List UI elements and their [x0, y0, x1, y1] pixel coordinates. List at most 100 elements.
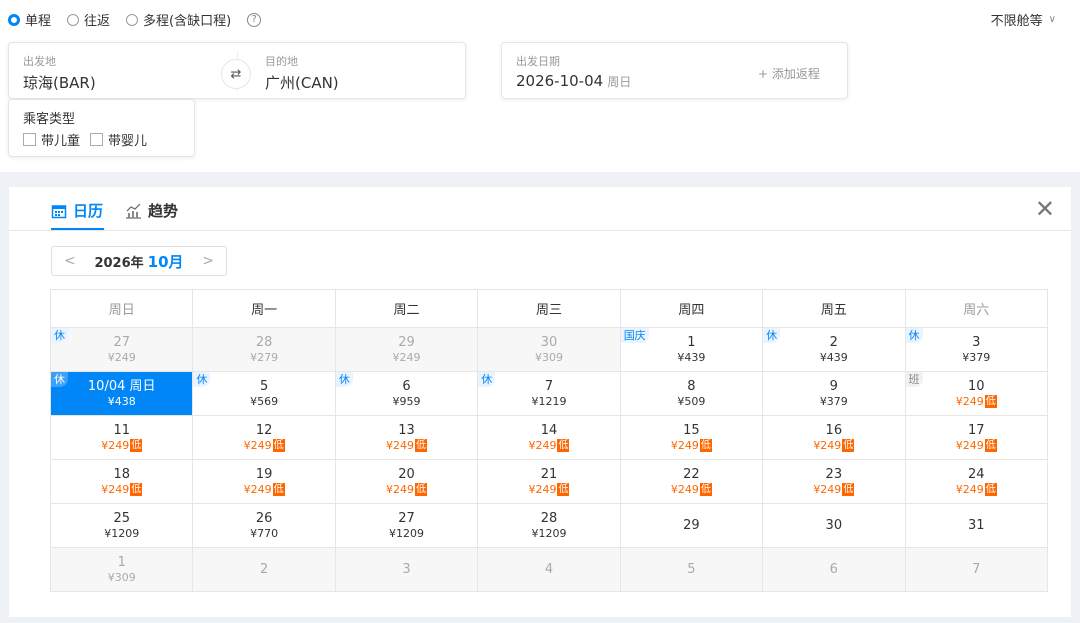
calendar-day[interactable]: 26 ¥770	[192, 503, 336, 548]
trip-type-multi[interactable]: 多程(含缺口程)	[126, 10, 231, 29]
tab-trend[interactable]: 趋势	[125, 200, 178, 221]
day-number: 14	[540, 422, 558, 438]
radio-icon	[67, 13, 80, 26]
departure-date-field[interactable]: 出发日期 2026-10-04 周日	[516, 53, 631, 90]
swap-icon[interactable]: ⇄	[221, 59, 251, 89]
day-price: ¥249	[955, 482, 984, 496]
calendar-day[interactable]: 23 ¥249 低	[762, 459, 906, 504]
calendar-day[interactable]: 13 ¥249 低	[334, 415, 479, 460]
calendar-day[interactable]: 24 ¥249 低	[904, 459, 1049, 504]
day-number: 1	[117, 554, 126, 570]
help-icon[interactable]: ?	[247, 12, 262, 27]
low-price-badge: 低	[130, 438, 143, 452]
calendar-day[interactable]: 2	[192, 547, 336, 592]
day-price: ¥249	[955, 438, 984, 452]
destination-field[interactable]: 目的地 广州(CAN)	[265, 53, 339, 93]
day-number: 7	[972, 561, 981, 577]
low-price-badge: 低	[842, 482, 855, 496]
calendar-day[interactable]: 7	[904, 547, 1049, 592]
calendar-day[interactable]: 11 ¥249 低	[49, 415, 194, 460]
calendar-week-row: 休 10/04 周日 ¥438 休 5 ¥569 休 6 ¥959 休 7 ¥1219 8 ¥509 9 ¥3…	[49, 371, 1049, 416]
low-price-badge: 低	[984, 482, 997, 496]
calendar-day[interactable]: 休 3 ¥379	[904, 327, 1049, 372]
calendar-day[interactable]: 国庆 1 ¥439	[619, 327, 764, 372]
calendar-day[interactable]: 19 ¥249 低	[192, 459, 336, 504]
calendar-day[interactable]: 休 7 ¥1219	[477, 371, 621, 416]
calendar-day[interactable]: 15 ¥249 低	[619, 415, 764, 460]
calendar-day[interactable]: 休 2 ¥439	[762, 327, 906, 372]
day-price: ¥309	[107, 570, 136, 584]
calendar-day[interactable]: 3	[334, 547, 479, 592]
day-number: 31	[967, 517, 985, 533]
day-number: 27	[398, 510, 415, 526]
day-price: ¥249	[107, 350, 136, 364]
calendar-day[interactable]: 5	[619, 547, 764, 592]
calendar-day[interactable]: 18 ¥249 低	[49, 459, 194, 504]
calendar-day[interactable]: 30	[762, 503, 906, 548]
calendar-day-selected[interactable]: 休 10/04 周日 ¥438	[49, 371, 194, 416]
weekday-header: 周三	[477, 289, 621, 328]
calendar-day[interactable]: 休 5 ¥569	[192, 371, 336, 416]
calendar-day[interactable]: 1 ¥309	[49, 547, 194, 592]
cabin-class-select[interactable]: 不限舱等 ∨	[991, 10, 1056, 29]
day-price: ¥249	[386, 438, 415, 452]
holiday-tag: 休	[335, 372, 353, 387]
add-return-button[interactable]: + 添加返程	[758, 65, 820, 82]
day-number: 19	[255, 466, 273, 482]
calendar-day[interactable]: 17 ¥249 低	[904, 415, 1049, 460]
calendar-day[interactable]: 休 27 ¥249	[49, 327, 194, 372]
calendar-day[interactable]: 班 10 ¥249 低	[904, 371, 1049, 416]
day-number: 25	[113, 510, 130, 526]
day-price: ¥249	[101, 482, 130, 496]
chevron-right-icon[interactable]: >	[202, 253, 214, 269]
calendar-day[interactable]: 8 ¥509	[619, 371, 764, 416]
year-label: 2026年	[94, 255, 144, 271]
trip-type-group: 单程 往返 多程(含缺口程) ?	[8, 10, 262, 29]
calendar-day[interactable]: 4	[477, 547, 621, 592]
radio-icon	[126, 13, 139, 26]
passenger-type-box: 乘客类型 带儿童 带婴儿	[8, 99, 195, 157]
calendar-day[interactable]: 14 ¥249 低	[477, 415, 621, 460]
calendar-day[interactable]: 9 ¥379	[762, 371, 906, 416]
weekday-header: 周二	[334, 289, 479, 328]
tab-calendar[interactable]: 日历	[51, 200, 103, 221]
calendar-day[interactable]: 27 ¥1209	[334, 503, 479, 548]
calendar-day[interactable]: 16 ¥249 低	[762, 415, 906, 460]
day-price: ¥249	[670, 438, 699, 452]
calendar-day[interactable]: 31	[904, 503, 1049, 548]
low-price-badge: 低	[699, 482, 712, 496]
trip-type-oneway[interactable]: 单程	[8, 10, 51, 29]
month-title: 2026年 10月	[94, 251, 183, 272]
passenger-type-label: 乘客类型	[23, 112, 76, 127]
calendar-day[interactable]: 29	[619, 503, 764, 548]
day-number: 3	[972, 334, 981, 350]
with-child-checkbox[interactable]: 带儿童	[23, 130, 80, 149]
day-price: ¥279	[250, 350, 279, 364]
close-icon[interactable]: ✕	[1035, 197, 1055, 221]
calendar-day[interactable]: 28 ¥1209	[477, 503, 621, 548]
day-price: ¥249	[392, 350, 421, 364]
calendar-day[interactable]: 29 ¥249	[334, 327, 479, 372]
day-number: 24	[967, 466, 985, 482]
calendar-day[interactable]: 6	[762, 547, 906, 592]
calendar-day[interactable]: 30 ¥309	[477, 327, 621, 372]
trip-type-label: 多程(含缺口程)	[143, 14, 232, 29]
day-number: 3	[402, 561, 411, 577]
calendar-day[interactable]: 22 ¥249 低	[619, 459, 764, 504]
tab-calendar-label: 日历	[73, 202, 104, 220]
destination-value: 广州(CAN)	[265, 74, 339, 92]
calendar-day[interactable]: 25 ¥1209	[49, 503, 194, 548]
with-infant-checkbox[interactable]: 带婴儿	[90, 130, 147, 149]
date-box[interactable]: 出发日期 2026-10-04 周日 + 添加返程	[501, 42, 848, 99]
calendar-day[interactable]: 20 ¥249 低	[334, 459, 479, 504]
calendar-day[interactable]: 12 ¥249 低	[192, 415, 336, 460]
calendar-day[interactable]: 28 ¥279	[192, 327, 336, 372]
day-price: ¥249	[528, 438, 557, 452]
trip-type-roundtrip[interactable]: 往返	[67, 10, 110, 29]
low-price-badge: 低	[272, 438, 285, 452]
chevron-left-icon[interactable]: <	[64, 253, 76, 269]
calendar-day[interactable]: 21 ¥249 低	[477, 459, 621, 504]
low-price-badge: 低	[984, 438, 997, 452]
calendar-day[interactable]: 休 6 ¥959	[334, 371, 479, 416]
departure-field[interactable]: 出发地 琼海(BAR)	[23, 53, 96, 93]
